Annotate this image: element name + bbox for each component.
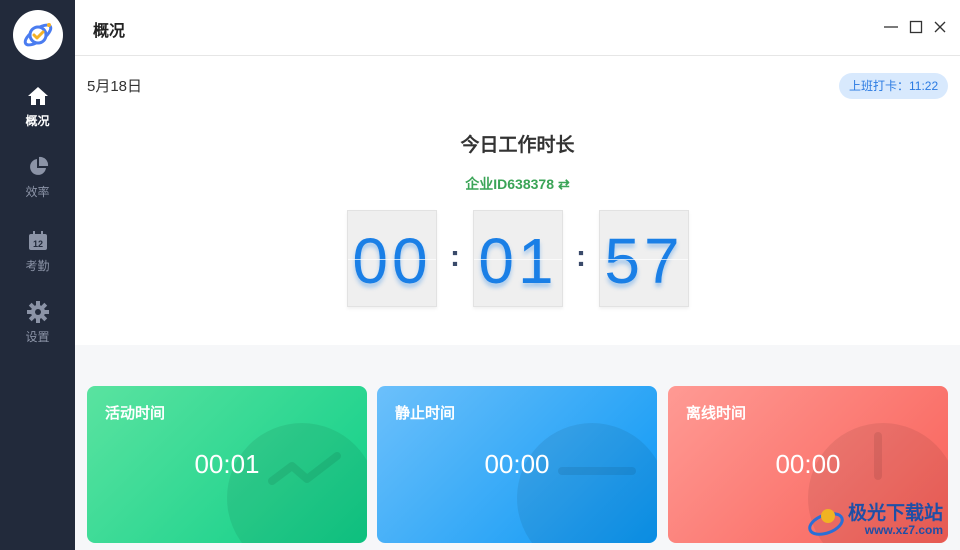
watermark-text: 极光下载站	[848, 501, 944, 524]
maximize-button[interactable]	[905, 16, 927, 38]
sidebar: 概况 效率 12 考勤 设置	[0, 0, 75, 550]
gear-icon	[26, 300, 50, 324]
clock-in-badge: 上班打卡：11:22	[839, 73, 949, 99]
close-icon	[934, 21, 946, 33]
sidebar-item-label: 概况	[25, 114, 50, 128]
card-value: 00:00	[775, 449, 841, 479]
minimize-icon	[884, 26, 898, 28]
title-bar: 概况	[75, 0, 960, 56]
current-date: 5月18日	[87, 78, 143, 95]
today-work-duration-title: 今日工作时长	[460, 134, 575, 156]
sidebar-item-label: 考勤	[25, 259, 50, 273]
card-value: 00:00	[484, 449, 550, 479]
clock-minutes-value: 01	[478, 224, 558, 297]
card-decoration	[517, 423, 657, 543]
sidebar-item-settings[interactable]: 设置	[0, 300, 75, 360]
idle-time-card: 静止时间 00:00	[377, 386, 657, 543]
card-title: 离线时间	[686, 404, 747, 422]
calendar-icon: 12	[26, 229, 50, 253]
clock-separator: :	[576, 240, 586, 273]
minimize-button[interactable]	[880, 16, 902, 38]
card-title: 活动时间	[105, 404, 166, 422]
watermark-logo-icon	[808, 509, 844, 536]
page-title: 概况	[93, 21, 126, 40]
svg-text:12: 12	[32, 239, 42, 249]
planet-logo-icon	[23, 23, 53, 47]
company-id: 企业ID638378	[465, 176, 554, 192]
card-title: 静止时间	[395, 404, 456, 422]
maximize-icon	[909, 20, 923, 34]
clock-hours-value: 00	[352, 224, 432, 297]
app-logo	[13, 10, 63, 60]
clock-hours: 00	[347, 210, 437, 307]
sidebar-item-label: 设置	[25, 330, 50, 344]
clock-minutes: 01	[473, 210, 563, 307]
active-time-card: 活动时间 00:01	[87, 386, 367, 543]
swap-icon: ⇄	[557, 176, 570, 192]
watermark-url: www.xz7.com	[864, 522, 944, 537]
company-switcher[interactable]: 企业ID638378 ⇄	[0, 174, 960, 194]
card-value: 00:01	[194, 449, 260, 479]
clock-seconds: 57	[599, 210, 689, 307]
sidebar-item-attendance[interactable]: 12 考勤	[0, 229, 75, 289]
site-watermark: 极光下载站 www.xz7.com	[806, 495, 956, 545]
home-icon	[26, 84, 50, 108]
clock-separator: :	[450, 240, 460, 273]
close-button[interactable]	[929, 16, 951, 38]
clock-seconds-value: 57	[604, 224, 684, 297]
